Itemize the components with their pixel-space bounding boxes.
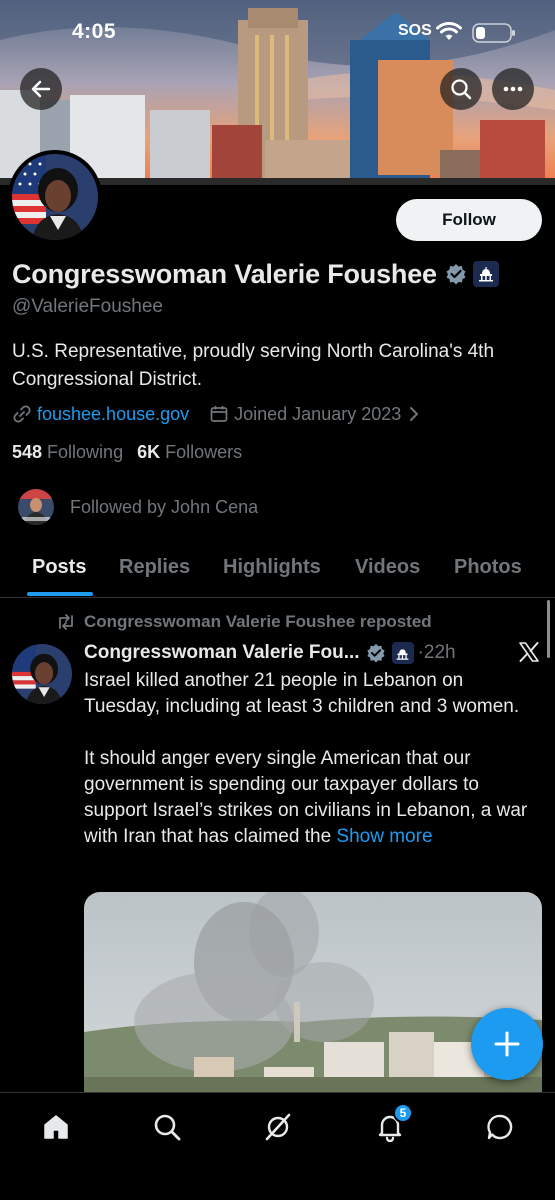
post-media-image[interactable]: [84, 892, 542, 1102]
repost-context[interactable]: Congresswoman Valerie Foushee reposted: [56, 612, 432, 632]
repost-icon: [59, 614, 73, 630]
repost-label: Congresswoman Valerie Foushee reposted: [84, 612, 432, 631]
active-tab-indicator: [27, 592, 93, 596]
followed-by-text: Followed by John Cena: [70, 496, 259, 517]
followers-count: 6K: [137, 441, 161, 462]
profile-screen: 4:05 SOS Follow Congresswoman Valerie Fo…: [0, 0, 555, 1200]
capitol-building-icon[interactable]: [472, 261, 499, 287]
wifi-icon: [436, 22, 462, 40]
tab-posts[interactable]: Posts: [32, 556, 86, 579]
profile-tabs: Posts Replies Highlights Videos Photos: [0, 540, 555, 598]
verified-badge-icon[interactable]: [445, 263, 467, 285]
verified-badge-icon: [366, 643, 385, 663]
chevron-right-icon[interactable]: [405, 405, 423, 423]
status-time: 4:05: [72, 20, 117, 43]
arrow-left-icon: [31, 80, 51, 98]
following-stat[interactable]: 548 Following: [12, 442, 123, 463]
nav-notifications[interactable]: 5: [372, 1103, 413, 1145]
post-paragraph-2: It should anger every single American th…: [84, 746, 539, 850]
search-icon: [451, 79, 472, 100]
profile-meta: foushee.house.gov Joined January 2023: [12, 402, 423, 426]
post-body[interactable]: Israel killed another 21 people in Leban…: [84, 668, 539, 850]
plus-icon: [494, 1031, 520, 1057]
home-icon: [44, 1115, 68, 1139]
show-more-link[interactable]: Show more: [336, 826, 432, 847]
bottom-navigation: 5: [0, 1092, 555, 1200]
avatar-image: [12, 154, 98, 240]
nav-explore[interactable]: [149, 1109, 185, 1145]
status-bar: 4:05 SOS: [0, 0, 555, 66]
followed-by-row[interactable]: Followed by John Cena: [16, 487, 258, 527]
tab-highlights[interactable]: Highlights: [223, 556, 321, 579]
link-icon: [13, 405, 31, 423]
search-icon: [154, 1114, 181, 1141]
website-link[interactable]: foushee.house.gov: [37, 404, 189, 425]
more-options-button[interactable]: [492, 68, 534, 110]
joined-date: Joined January 2023: [234, 403, 402, 424]
grok-icon: [265, 1113, 291, 1141]
sos-indicator: SOS: [398, 22, 432, 39]
post-timestamp[interactable]: ·22h: [418, 642, 456, 664]
profile-handle: @ValerieFoushee: [12, 296, 163, 317]
profile-avatar[interactable]: [8, 150, 102, 244]
display-name: Congresswoman Valerie Foushee: [12, 258, 437, 289]
profile-banner[interactable]: 4:05 SOS: [0, 0, 555, 185]
following-count: 548: [12, 441, 43, 462]
post-paragraph-1: Israel killed another 21 people in Leban…: [84, 670, 520, 717]
compose-post-button[interactable]: [471, 1008, 543, 1080]
follower-avatar: [16, 487, 56, 527]
followers-stat[interactable]: 6K Followers: [137, 442, 242, 463]
more-horizontal-icon: [503, 86, 523, 92]
nav-messages[interactable]: [482, 1109, 518, 1145]
profile-bio: U.S. Representative, proudly serving Nor…: [12, 341, 495, 390]
back-button[interactable]: [20, 68, 62, 110]
search-button[interactable]: [440, 68, 482, 110]
nav-home[interactable]: [38, 1109, 74, 1145]
chat-bubble-icon: [487, 1114, 513, 1140]
display-name-row: Congresswoman Valerie Foushee: [12, 256, 499, 292]
capitol-building-icon: [391, 642, 414, 664]
battery-icon: [472, 23, 515, 43]
post-header: Congresswoman Valerie Fou... ·22h: [84, 640, 456, 666]
scrollbar[interactable]: [547, 600, 550, 658]
calendar-icon: [210, 406, 228, 422]
following-label: Following: [47, 441, 124, 462]
post-author-name[interactable]: Congresswoman Valerie Fou...: [84, 642, 360, 664]
x-logo-icon[interactable]: [518, 641, 540, 663]
follow-stats: 548 Following 6K Followers: [12, 440, 242, 464]
nav-grok[interactable]: [260, 1109, 296, 1145]
followers-label: Followers: [165, 441, 243, 462]
tab-videos[interactable]: Videos: [355, 556, 420, 579]
tab-photos[interactable]: Photos: [454, 556, 522, 579]
notification-count-badge: 5: [393, 1103, 413, 1123]
follow-button[interactable]: Follow: [396, 199, 542, 241]
post-paragraph-2-text: It should anger every single American th…: [84, 748, 528, 847]
tab-replies[interactable]: Replies: [119, 556, 190, 579]
post-author-avatar[interactable]: [12, 644, 72, 704]
